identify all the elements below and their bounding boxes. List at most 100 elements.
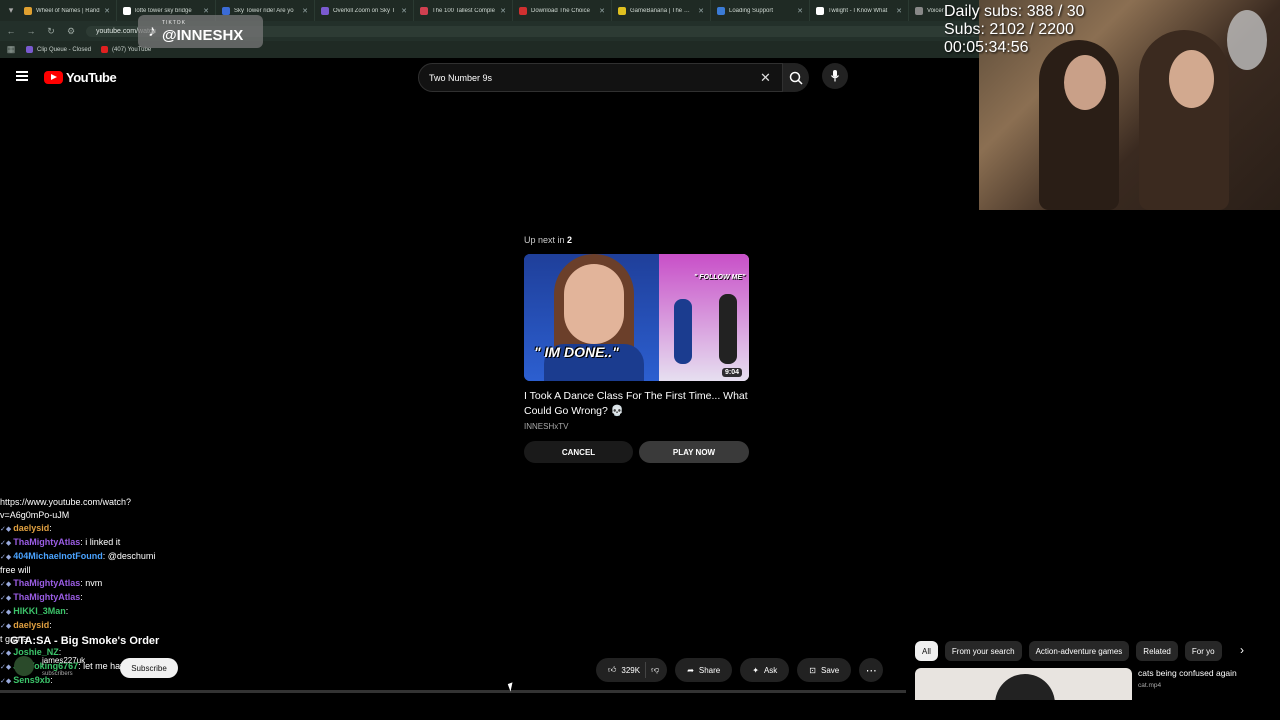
channel-avatar[interactable] — [14, 656, 34, 676]
chat-text: https://www.youtube.com/watch? — [0, 497, 132, 507]
recommended-title[interactable]: cats being confused again — [1138, 668, 1237, 678]
subscribe-button[interactable]: Subscribe — [120, 658, 178, 678]
chat-text: : i linked it — [80, 537, 121, 547]
ask-button[interactable]: ✦ Ask — [740, 658, 790, 682]
chat-message: ✓◆ daelysid: — [0, 522, 260, 536]
tab-label: lotte tower sky bridge — [135, 7, 192, 14]
thumbs-down-icon[interactable]: 👎︎ — [651, 665, 659, 675]
bookmark-clip-queue[interactable]: Clip Queue - Closed — [26, 46, 91, 53]
chat-username: daelysid — [13, 523, 50, 533]
tab-close-icon[interactable]: ✕ — [599, 7, 605, 15]
apps-grid-icon[interactable]: ▦ — [6, 44, 16, 55]
chat-text: free will — [0, 565, 31, 575]
search-input[interactable]: Two Number 9s — [418, 63, 783, 92]
filter-chip[interactable]: For yo — [1184, 641, 1222, 661]
tab-close-icon[interactable]: ✕ — [104, 7, 110, 15]
clear-search-icon[interactable]: ✕ — [760, 70, 771, 86]
save-button[interactable]: ⊡ Save — [797, 658, 852, 682]
site-info-icon[interactable]: ⚙ — [66, 26, 76, 37]
forward-arrow-icon[interactable]: → — [26, 26, 36, 36]
chat-message: ✓◆ ThaMightyAtlas: i linked it — [0, 536, 260, 550]
browser-tab[interactable]: Download The Choice ✕ — [513, 0, 612, 21]
youtube-logo-text: YouTube — [66, 70, 117, 85]
microphone-icon — [831, 70, 839, 82]
chat-badge-icon: ✓◆ — [0, 664, 12, 671]
up-next-label: Up next in 2 — [524, 235, 573, 245]
tab-favicon-icon — [618, 6, 626, 15]
chat-message: ✓◆ HIKKI_3Man: — [0, 605, 260, 619]
tiktok-label: TIKTOK — [162, 19, 186, 26]
like-button[interactable]: 👍︎ 329K 👎︎ — [596, 658, 668, 682]
cancel-button[interactable]: CANCEL — [524, 441, 633, 463]
channel-name[interactable]: james227uk — [42, 656, 85, 665]
chat-badge-icon: ✓◆ — [0, 581, 12, 588]
browser-tab[interactable]: Twilight - I Know What ✕ — [810, 0, 909, 21]
bookmark-favicon-icon — [26, 46, 33, 53]
back-arrow-icon[interactable]: ← — [6, 26, 16, 36]
voice-search-button[interactable] — [822, 63, 848, 89]
browser-tab[interactable]: Overkill Zoom on Sky T ✕ — [315, 0, 414, 21]
tab-close-icon[interactable]: ✕ — [203, 7, 209, 15]
tab-list-chevron-icon[interactable]: ▾ — [4, 4, 18, 18]
recommendation-chips: All From your search Action-adventure game… — [915, 641, 1222, 661]
tab-close-icon[interactable]: ✕ — [500, 7, 506, 15]
filter-chip[interactable]: From your search — [944, 641, 1022, 661]
up-next-title[interactable]: I Took A Dance Class For The First Time.… — [524, 389, 749, 419]
stream-timer: 00:05:34:56 — [944, 39, 1029, 56]
search-button[interactable] — [783, 63, 809, 92]
video-progress-bar[interactable] — [0, 690, 906, 693]
thumbs-up-icon: 👍︎ — [608, 665, 617, 674]
filter-chip[interactable]: Action-adventure games — [1028, 641, 1130, 661]
chat-username: daelysid — [13, 620, 50, 630]
up-next-thumbnail[interactable]: " IM DONE.." " FOLLOW ME" — [524, 254, 749, 381]
share-icon: ➦ — [687, 665, 694, 675]
tab-label: Sky Tower ride! Are yo — [234, 7, 294, 14]
sparkle-icon: ✦ — [752, 665, 759, 675]
search-icon — [789, 71, 803, 85]
tab-label: Overkill Zoom on Sky T — [333, 7, 396, 14]
bookmark-favicon-icon — [101, 46, 109, 53]
up-next-channel[interactable]: INNESHxTV — [524, 422, 568, 431]
tab-close-icon[interactable]: ✕ — [302, 7, 308, 15]
reload-icon[interactable]: ↻ — [46, 26, 56, 37]
share-button[interactable]: ➦ Share — [675, 658, 733, 682]
tiktok-overlay: ♪ TIKTOK @INNESHX — [138, 15, 263, 48]
subs-counter: Subs: 2102 / 2200 — [944, 21, 1074, 38]
video-title: GTA:SA - Big Smoke's Order — [10, 635, 160, 647]
chat-text: v=A6g0mPo-uJM — [0, 510, 70, 520]
youtube-logo[interactable]: YouTube — [44, 70, 117, 85]
tab-close-icon[interactable]: ✕ — [401, 7, 407, 15]
tab-close-icon[interactable]: ✕ — [896, 7, 902, 15]
video-duration: 9:04 — [722, 368, 743, 377]
browser-tab[interactable]: GameBanana | The Gam ✕ — [612, 0, 711, 21]
chat-badge-icon: ✓◆ — [0, 595, 12, 602]
more-actions-button[interactable]: ⋯ — [859, 658, 884, 682]
chat-badge-icon: ✓◆ — [0, 650, 12, 657]
chat-text: : — [80, 592, 83, 602]
youtube-play-icon — [44, 71, 63, 84]
tab-label: The 100 Tallest Comple — [432, 7, 495, 14]
tab-favicon-icon — [321, 6, 329, 15]
browser-tab[interactable]: Loading Support ✕ — [711, 0, 810, 21]
chat-message: v=A6g0mPo-uJM — [0, 509, 260, 522]
recommended-thumbnail[interactable] — [915, 668, 1132, 700]
chat-message: ✓◆ daelysid: — [0, 619, 260, 633]
browser-tab[interactable]: Wheel of Names | Rand ✕ — [18, 0, 117, 21]
save-label: Save — [821, 665, 840, 675]
tab-favicon-icon — [24, 6, 32, 15]
chevron-right-icon[interactable]: › — [1240, 643, 1244, 657]
filter-chip[interactable]: Related — [1136, 641, 1178, 661]
menu-icon[interactable] — [16, 71, 28, 81]
tab-label: Download The Choice — [531, 7, 590, 14]
channel-subscribers: subscribers — [42, 671, 73, 677]
filter-chip[interactable]: All — [915, 641, 938, 661]
chat-message: ✓◆ 404MichaelnotFound: @deschumi — [0, 550, 260, 564]
share-label: Share — [698, 665, 721, 675]
play-now-button[interactable]: PLAY NOW — [639, 441, 749, 463]
tab-favicon-icon — [816, 6, 824, 15]
tab-close-icon[interactable]: ✕ — [698, 7, 704, 15]
chat-text: : — [65, 606, 69, 616]
browser-tab[interactable]: The 100 Tallest Comple ✕ — [414, 0, 513, 21]
tab-close-icon[interactable]: ✕ — [797, 7, 803, 15]
chat-username: ThaMightyAtlas — [13, 537, 81, 547]
